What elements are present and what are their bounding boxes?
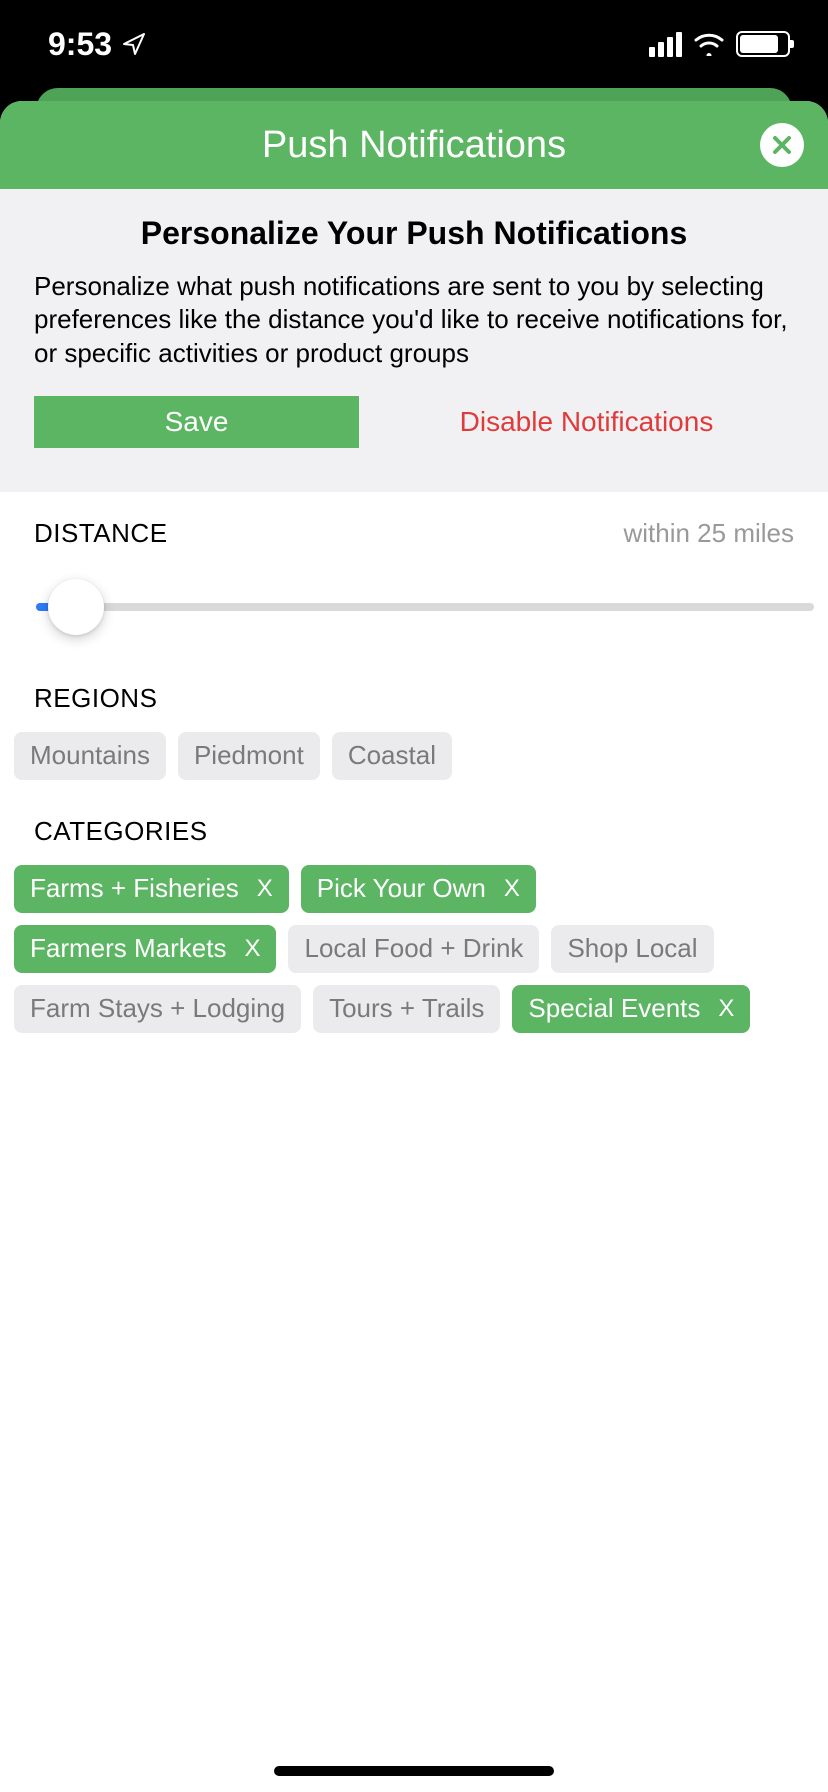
chip-label: Special Events xyxy=(528,993,700,1024)
wifi-icon xyxy=(692,32,726,56)
content: DISTANCE within 25 miles REGIONS Mountai… xyxy=(0,492,828,1069)
distance-slider[interactable] xyxy=(34,567,814,647)
remove-icon: X xyxy=(504,875,520,903)
region-chip-coastal[interactable]: Coastal xyxy=(332,732,452,780)
intro-text: Personalize what push notifications are … xyxy=(34,270,794,370)
category-chip-tours-trails[interactable]: Tours + Trails xyxy=(313,985,500,1033)
location-icon xyxy=(122,32,146,56)
distance-value: within 25 miles xyxy=(623,518,794,549)
status-bar: 9:53 xyxy=(0,0,828,88)
chip-label: Pick Your Own xyxy=(317,873,486,904)
regions-label: REGIONS xyxy=(34,683,157,714)
close-icon xyxy=(771,134,793,156)
chip-label: Piedmont xyxy=(194,740,304,771)
distance-label: DISTANCE xyxy=(34,518,168,549)
home-indicator[interactable] xyxy=(274,1766,554,1776)
regions-section: REGIONS MountainsPiedmontCoastal xyxy=(34,683,794,780)
category-chip-special-events[interactable]: Special Events X xyxy=(512,985,750,1033)
button-row: Save Disable Notifications xyxy=(34,396,794,448)
distance-header: DISTANCE within 25 miles xyxy=(34,518,794,549)
regions-header: REGIONS xyxy=(34,683,794,714)
save-button[interactable]: Save xyxy=(34,396,359,448)
status-time: 9:53 xyxy=(48,26,146,63)
distance-section: DISTANCE within 25 miles xyxy=(34,518,794,647)
chip-label: Farms + Fisheries xyxy=(30,873,239,904)
category-chip-shop-local[interactable]: Shop Local xyxy=(551,925,713,973)
disable-notifications-button[interactable]: Disable Notifications xyxy=(379,396,794,448)
categories-header: CATEGORIES xyxy=(34,816,794,847)
modal-sheet: Push Notifications Personalize Your Push… xyxy=(0,101,828,1792)
cellular-icon xyxy=(649,32,682,57)
remove-icon: X xyxy=(718,995,734,1023)
chip-label: Farm Stays + Lodging xyxy=(30,993,285,1024)
remove-icon: X xyxy=(257,875,273,903)
status-time-text: 9:53 xyxy=(48,26,112,63)
chip-label: Farmers Markets xyxy=(30,933,226,964)
category-chip-local-food-drink[interactable]: Local Food + Drink xyxy=(288,925,539,973)
status-icons xyxy=(649,31,790,57)
intro-block: Personalize Your Push Notifications Pers… xyxy=(0,189,828,492)
region-chip-piedmont[interactable]: Piedmont xyxy=(178,732,320,780)
category-chip-farm-stays-lodging[interactable]: Farm Stays + Lodging xyxy=(14,985,301,1033)
close-button[interactable] xyxy=(760,123,804,167)
chip-label: Local Food + Drink xyxy=(304,933,523,964)
chip-label: Shop Local xyxy=(567,933,697,964)
battery-icon xyxy=(736,31,790,57)
category-chip-farmers-markets[interactable]: Farmers Markets X xyxy=(14,925,276,973)
chip-label: Tours + Trails xyxy=(329,993,484,1024)
chip-label: Coastal xyxy=(348,740,436,771)
intro-heading: Personalize Your Push Notifications xyxy=(34,215,794,252)
categories-label: CATEGORIES xyxy=(34,816,208,847)
region-chip-mountains[interactable]: Mountains xyxy=(14,732,166,780)
category-chip-farms-fisheries[interactable]: Farms + Fisheries X xyxy=(14,865,289,913)
slider-track-bg xyxy=(36,603,814,611)
modal-header: Push Notifications xyxy=(0,101,828,189)
categories-chips: Farms + FisheriesXPick Your OwnXFarmers … xyxy=(14,865,794,1033)
modal-title: Push Notifications xyxy=(262,124,566,167)
chip-label: Mountains xyxy=(30,740,150,771)
regions-chips: Mountains Piedmont Coastal xyxy=(14,732,794,780)
categories-section: CATEGORIES Farms + FisheriesXPick Your O… xyxy=(34,816,794,1033)
slider-thumb[interactable] xyxy=(48,579,104,635)
remove-icon: X xyxy=(244,935,260,963)
category-chip-pick-your-own[interactable]: Pick Your Own X xyxy=(301,865,536,913)
